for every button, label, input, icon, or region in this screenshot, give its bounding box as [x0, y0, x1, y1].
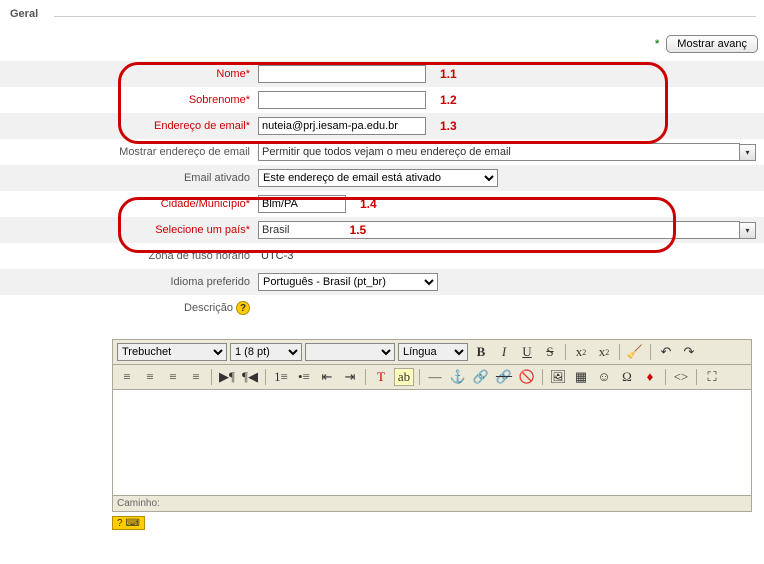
italic-icon[interactable]: I [494, 343, 514, 361]
input-email[interactable] [258, 117, 426, 135]
select-idioma[interactable]: Português - Brasil (pt_br) [258, 273, 438, 291]
hr-icon[interactable]: — [425, 368, 445, 386]
unlink-icon[interactable]: 🔗 [494, 368, 514, 386]
top-right-bar: * Mostrar avanç [0, 21, 764, 61]
redo-icon[interactable]: ↷ [679, 343, 699, 361]
superscript-icon[interactable]: x2 [594, 343, 614, 361]
char-icon[interactable]: Ω [617, 368, 637, 386]
input-cidade[interactable] [258, 195, 346, 213]
align-justify-icon[interactable]: ≡ [186, 368, 206, 386]
source-icon[interactable]: <> [671, 368, 691, 386]
subscript-icon[interactable]: x2 [571, 343, 591, 361]
search-icon[interactable]: ♦ [640, 368, 660, 386]
keyboard-icon[interactable]: ? ⌨ [112, 516, 145, 530]
select-mostrar-email-box[interactable]: Permitir que todos vejam o meu endereço … [258, 143, 740, 161]
label-pais: Selecione um país* [0, 224, 258, 236]
rtl-icon[interactable]: ¶◀ [240, 368, 260, 386]
chevron-down-icon[interactable]: ▾ [739, 144, 756, 161]
editor-toolbar-2: ≡ ≡ ≡ ≡ ▶¶ ¶◀ 1≡ •≡ ⇤ ⇥ T ab — ⚓ 🔗 🔗 🚫 🖼… [112, 365, 752, 390]
annot-1-2: 1.2 [440, 93, 457, 107]
fullscreen-icon[interactable]: ⛶ [702, 368, 722, 386]
image-icon[interactable]: 🖼 [548, 368, 568, 386]
undo-icon[interactable]: ↶ [656, 343, 676, 361]
label-fuso: Zona de fuso horário [0, 250, 258, 262]
select-font[interactable]: Trebuchet [117, 343, 227, 361]
annot-1-3: 1.3 [440, 119, 457, 133]
nolink-icon[interactable]: 🚫 [517, 368, 537, 386]
anchor-icon[interactable]: ⚓ [448, 368, 468, 386]
textcolor-icon[interactable]: T [371, 368, 391, 386]
help-icon[interactable]: ? [236, 301, 250, 315]
align-right-icon[interactable]: ≡ [163, 368, 183, 386]
editor-toolbar-1: Trebuchet 1 (8 pt) Língua B I U S x2 x2 … [112, 339, 752, 365]
required-marker: * [655, 38, 659, 50]
indent-icon[interactable]: ⇥ [340, 368, 360, 386]
mostrar-avancado-button[interactable]: Mostrar avanç [666, 35, 758, 53]
align-left-icon[interactable]: ≡ [117, 368, 137, 386]
label-mostrar-email: Mostrar endereço de email [0, 146, 258, 158]
select-pais-box[interactable]: Brasil 1.5 [258, 221, 740, 239]
list-bullet-icon[interactable]: •≡ [294, 368, 314, 386]
label-idioma: Idioma preferido [0, 276, 258, 288]
align-center-icon[interactable]: ≡ [140, 368, 160, 386]
list-ordered-icon[interactable]: 1≡ [271, 368, 291, 386]
input-nome[interactable] [258, 65, 426, 83]
value-fuso: UTC-3 [258, 250, 293, 262]
select-lang[interactable]: Língua [398, 343, 468, 361]
editor-textarea[interactable] [112, 390, 752, 496]
select-size[interactable]: 1 (8 pt) [230, 343, 302, 361]
emoji-icon[interactable]: ☺ [594, 368, 614, 386]
editor-pathbar: Caminho: [112, 496, 752, 512]
label-descricao: Descrição ? [0, 301, 258, 315]
clean-icon[interactable]: 🧹 [625, 343, 645, 361]
label-email-ativado: Email ativado [0, 172, 258, 184]
label-cidade: Cidade/Município* [0, 198, 258, 210]
underline-icon[interactable]: U [517, 343, 537, 361]
rich-text-editor: Trebuchet 1 (8 pt) Língua B I U S x2 x2 … [112, 339, 752, 512]
link-icon[interactable]: 🔗 [471, 368, 491, 386]
annot-1-4: 1.4 [360, 197, 377, 211]
bold-icon[interactable]: B [471, 343, 491, 361]
select-heading[interactable] [305, 343, 395, 361]
ltr-icon[interactable]: ▶¶ [217, 368, 237, 386]
select-email-ativado[interactable]: Este endereço de email está ativado [258, 169, 498, 187]
label-nome: Nome* [0, 68, 258, 80]
annot-1-5: 1.5 [350, 223, 367, 237]
bgcolor-icon[interactable]: ab [394, 368, 414, 386]
label-sobrenome: Sobrenome* [0, 94, 258, 106]
chevron-down-icon[interactable]: ▾ [739, 222, 756, 239]
strike-icon[interactable]: S [540, 343, 560, 361]
label-email: Endereço de email* [0, 120, 258, 132]
select-pais-value: Brasil [262, 224, 290, 236]
input-sobrenome[interactable] [258, 91, 426, 109]
legend-divider [54, 16, 756, 17]
annot-1-1: 1.1 [440, 67, 457, 81]
select-mostrar-email-value: Permitir que todos vejam o meu endereço … [262, 146, 511, 158]
outdent-icon[interactable]: ⇤ [317, 368, 337, 386]
table-icon[interactable]: ▦ [571, 368, 591, 386]
